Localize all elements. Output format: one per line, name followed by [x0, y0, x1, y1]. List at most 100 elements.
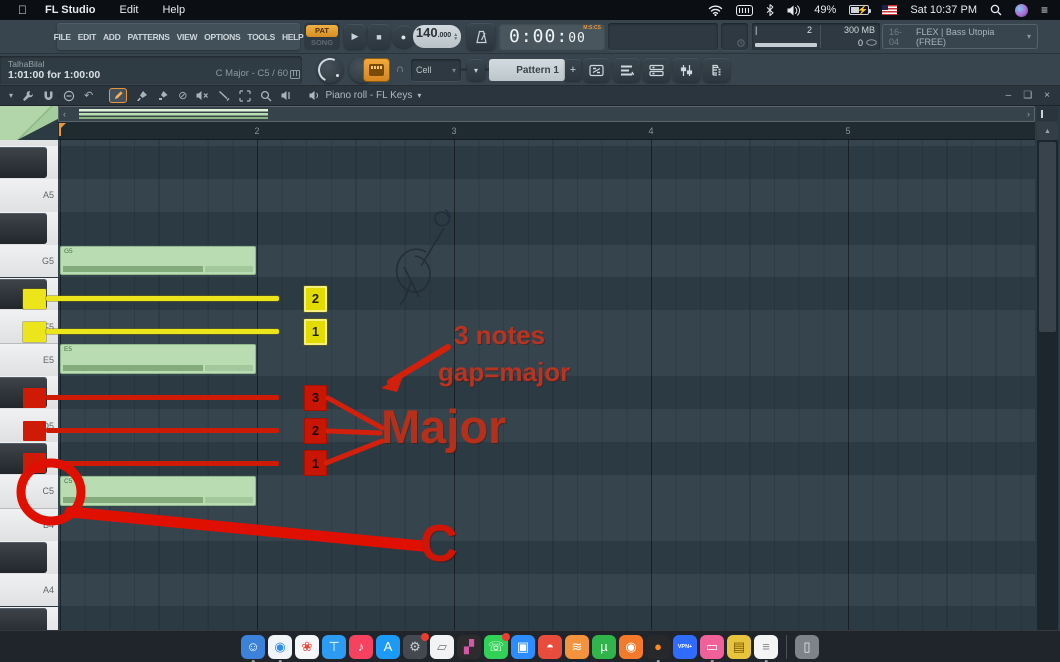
dock-icon-textedit[interactable]: ≡	[754, 635, 778, 659]
master-volume-knob[interactable]	[317, 57, 343, 83]
tool-select-icon[interactable]	[239, 90, 251, 102]
apple-menu-icon[interactable]: 	[18, 3, 27, 17]
menubar-app-name[interactable]: FL Studio	[45, 4, 96, 16]
dock-icon-freeform[interactable]: ▱	[430, 635, 454, 659]
fl-menu-item-add[interactable]: ADD	[103, 32, 121, 42]
tool-mute-icon[interactable]	[196, 90, 209, 101]
window-minimize-button[interactable]: –	[1006, 90, 1012, 101]
midi-note-G5[interactable]: G5	[60, 246, 256, 276]
pat-song-toggle[interactable]: PAT SONG	[304, 23, 340, 50]
dock-icon-vpn[interactable]: VPN+	[673, 635, 697, 659]
record-button[interactable]: ●	[392, 25, 415, 48]
dock-icon-zoom[interactable]: ▣	[511, 635, 535, 659]
pattern-selector[interactable]: Pattern 1	[489, 59, 565, 81]
plugin-caret-icon[interactable]: ▾	[1027, 32, 1031, 41]
pr-vertical-scrollbar[interactable]	[1037, 140, 1058, 630]
add-pattern-button[interactable]: +	[565, 59, 581, 81]
dock-icon-keynote[interactable]: ⊤	[322, 635, 346, 659]
pr-target-speaker-icon[interactable]	[307, 90, 320, 101]
hscroll-right-arrow[interactable]: ›	[1027, 109, 1030, 119]
pr-hzoom-widget[interactable]	[1037, 107, 1058, 121]
keyboard-viewer-icon[interactable]	[736, 5, 753, 16]
pr-window-title[interactable]: Piano roll - FL Keys	[325, 90, 412, 101]
menubar-item-help[interactable]: Help	[162, 4, 185, 16]
tool-paint-sequence-icon[interactable]	[157, 90, 169, 102]
vscroll-handle[interactable]	[1039, 142, 1056, 332]
midi-note-E5[interactable]: E5	[60, 344, 256, 374]
tool-draw-pencil-active[interactable]	[109, 88, 127, 103]
vscroll-up-button[interactable]: ▲	[1037, 122, 1058, 140]
tool-slice-icon[interactable]	[218, 90, 230, 102]
mixer-view-button[interactable]	[673, 58, 700, 82]
dock-icon-utorrent[interactable]: µ	[592, 635, 616, 659]
fl-menu-item-view[interactable]: VIEW	[177, 32, 198, 42]
dock-icon-koi[interactable]: ≋	[565, 635, 589, 659]
channel-rack-view-button[interactable]	[643, 58, 670, 82]
dock-icon-archiver[interactable]: ▤	[727, 635, 751, 659]
playhead-flag[interactable]	[59, 123, 66, 130]
tool-stamp-icon[interactable]	[63, 90, 75, 102]
midi-note-C5[interactable]: C5	[60, 476, 256, 506]
time-display[interactable]: M:S:CS 0:00:00	[499, 23, 605, 50]
tool-undo-icon[interactable]: ↶	[84, 89, 93, 102]
input-source-flag-icon[interactable]	[882, 5, 897, 15]
tool-playback-icon[interactable]	[281, 90, 293, 101]
browser-view-button[interactable]	[703, 58, 730, 82]
spotlight-search-icon[interactable]	[990, 4, 1002, 16]
fl-menu-item-help[interactable]: HELP	[282, 32, 303, 42]
song-mode-button[interactable]: SONG	[306, 37, 338, 48]
menubar-item-edit[interactable]: Edit	[120, 4, 139, 16]
bluetooth-icon[interactable]	[766, 4, 774, 16]
dock-icon-whatsapp[interactable]: ☏	[484, 635, 508, 659]
dock-icon-photos[interactable]: ❀	[295, 635, 319, 659]
pattern-picker-button[interactable]: ▾	[467, 59, 485, 81]
tempo-steppers[interactable]: ▲▼	[453, 33, 458, 41]
pr-main-menu-caret[interactable]: ▾	[9, 91, 13, 100]
dock-icon-system-settings[interactable]: ⚙	[403, 635, 427, 659]
fl-menu-item-tools[interactable]: TOOLS	[247, 32, 275, 42]
control-center-icon[interactable]: ≡	[1041, 3, 1048, 17]
pr-title-caret[interactable]: ▾	[417, 91, 421, 100]
tool-magnet-icon[interactable]	[43, 90, 54, 102]
playlist-view-button[interactable]	[583, 58, 610, 82]
hscroll-left-arrow[interactable]: ‹	[63, 109, 66, 119]
dock-icon-app-store[interactable]: A	[376, 635, 400, 659]
window-close-button[interactable]: ×	[1044, 90, 1050, 101]
piano-roll-view-button[interactable]	[613, 58, 640, 82]
tool-zoom-icon[interactable]	[260, 90, 272, 102]
headphones-icon[interactable]: ∩	[396, 63, 404, 75]
dock-icon-finder[interactable]: ☺	[241, 635, 265, 659]
metronome-button[interactable]	[467, 23, 495, 50]
pr-horizontal-scrollbar[interactable]: ‹ ›	[58, 106, 1035, 122]
volume-icon[interactable]	[787, 5, 801, 16]
window-restore-button[interactable]: ❏	[1023, 90, 1032, 101]
tool-delete-icon[interactable]: ⊘	[178, 89, 187, 102]
dock-icon-trash[interactable]: ▯	[795, 635, 819, 659]
dock-icon-fl-studio[interactable]: ●	[646, 635, 670, 659]
menubar-clock[interactable]: Sat 10:37 PM	[910, 4, 977, 16]
screen:  FL Studio Edit Help 49% ⚡ Sat 10:37 PM…	[0, 0, 1060, 662]
play-button[interactable]: ▶	[344, 24, 366, 49]
cell-dropdown[interactable]: Cell ▾	[411, 59, 461, 81]
pr-timeline-ruler[interactable]: 2345	[58, 122, 1035, 140]
fl-menu-item-patterns[interactable]: PATTERNS	[127, 32, 169, 42]
dock-icon-final-cut[interactable]: ▞	[457, 635, 481, 659]
stop-button[interactable]: ■	[368, 24, 390, 49]
dock-icon-blender[interactable]: ◉	[619, 635, 643, 659]
tool-wrench-icon[interactable]	[22, 90, 34, 102]
fl-menu-item-options[interactable]: OPTIONS	[204, 32, 240, 42]
tool-paint-icon[interactable]	[136, 90, 148, 102]
tempo-display[interactable]: 140.000 ▲▼	[413, 25, 461, 48]
siri-icon[interactable]	[1015, 4, 1028, 17]
dock-icon-music[interactable]: ♪	[349, 635, 373, 659]
dock-icon-anydesk[interactable]: ▭	[700, 635, 724, 659]
typing-keyboard-button[interactable]	[363, 58, 390, 82]
pat-mode-button[interactable]: PAT	[306, 25, 338, 37]
plugin-selector[interactable]: 16-04 FLEX | Bass Utopia (FREE) ▾	[882, 24, 1038, 49]
fl-menu-item-edit[interactable]: EDIT	[78, 32, 96, 42]
dock-icon-safari[interactable]: ◉	[268, 635, 292, 659]
dock-icon-game[interactable]: ◓	[538, 635, 562, 659]
wifi-icon[interactable]	[708, 5, 723, 16]
time-units-label[interactable]: M:S:CS	[583, 25, 601, 31]
fl-menu-item-file[interactable]: FILE	[54, 32, 71, 42]
